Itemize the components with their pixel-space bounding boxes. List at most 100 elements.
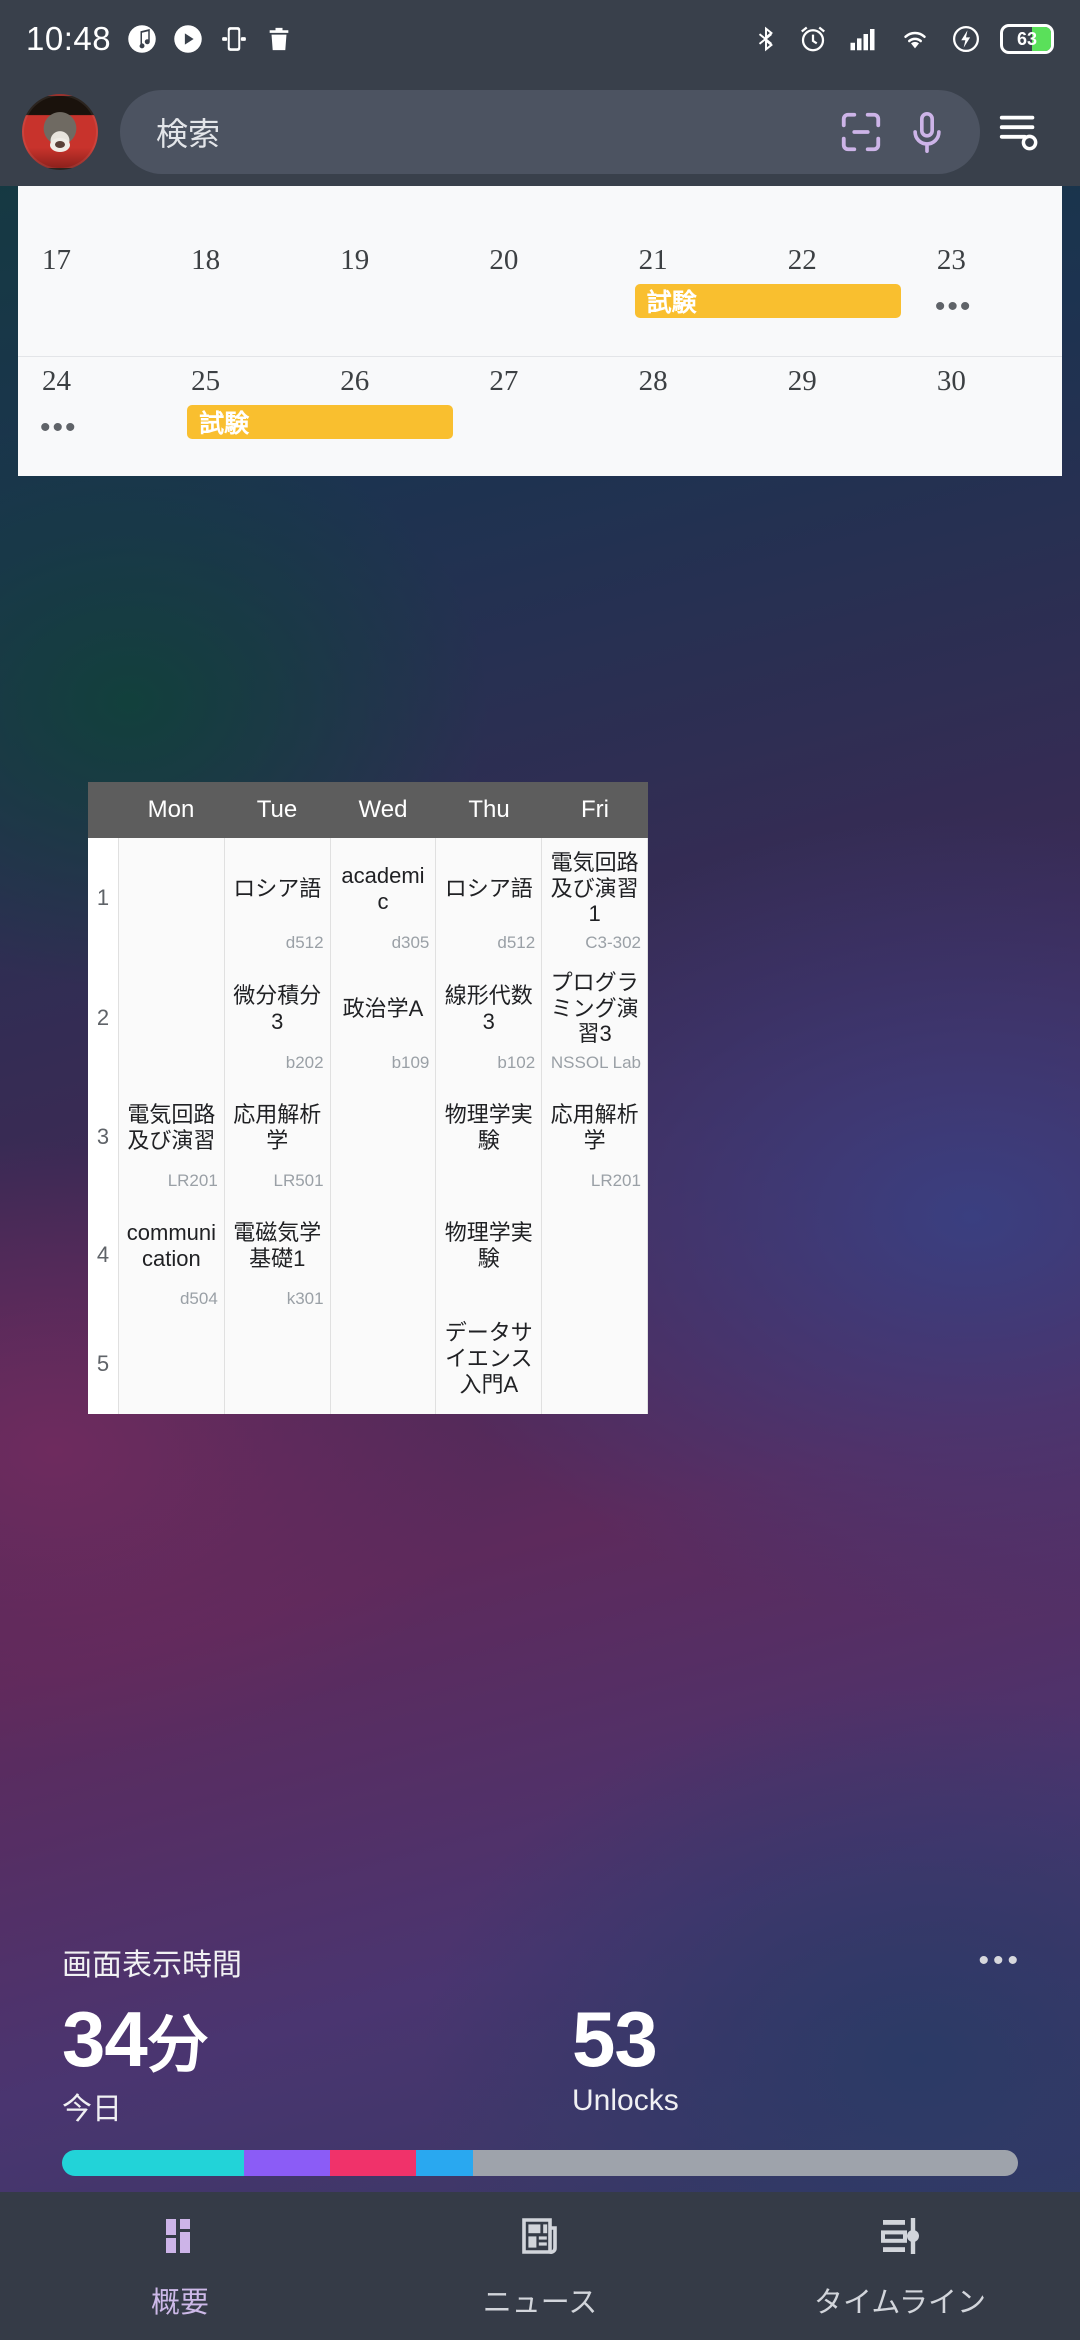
timetable-cell[interactable]: 応用解析学 LR201 — [542, 1078, 647, 1196]
signal-icon — [850, 29, 875, 51]
timetable-cell[interactable] — [119, 958, 224, 1078]
search-input[interactable]: 検索 — [120, 90, 980, 174]
timetable-cell[interactable]: 電気回路及び演習 LR201 — [119, 1078, 224, 1196]
timetable-cell[interactable]: プログラミング演習3 NSSOL Lab — [542, 958, 647, 1078]
timetable-cell[interactable] — [225, 1314, 330, 1414]
timetable-cell[interactable] — [331, 1196, 436, 1314]
timetable-cell[interactable] — [542, 1196, 647, 1314]
timetable-cell-room: b109 — [391, 1053, 430, 1072]
calendar-week-row[interactable]: 17 18 19 20 21 22 23 試験 ••• — [18, 236, 1062, 356]
timetable-cell-room — [125, 1389, 218, 1409]
timetable-cell-title: 政治学A — [342, 995, 424, 1021]
timetable-period-number: 1 — [96, 885, 110, 910]
timetable-cell-room — [125, 933, 218, 953]
timetable-cell-room: NSSOL Lab — [550, 1053, 641, 1072]
timetable-cell-title — [125, 844, 218, 933]
timetable-cell[interactable]: 微分積分3 b202 — [225, 958, 330, 1078]
timetable-cell-title: 応用解析学 — [550, 1101, 639, 1153]
screen-time-stat: 34分 今日 — [0, 2000, 540, 2128]
timetable-cell[interactable]: 政治学A b109 — [331, 958, 436, 1078]
timetable-cell-title: プログラミング演習3 — [550, 969, 639, 1047]
timetable-cell-title — [125, 964, 218, 1053]
timetable-cell-room: LR501 — [273, 1171, 324, 1190]
status-bar-right: 63 — [753, 23, 1054, 55]
timetable-cell-title: communication — [126, 1219, 217, 1271]
unlocks-stat: 53 Unlocks — [540, 2000, 1080, 2128]
calendar-widget[interactable]: 17 18 19 20 21 22 23 試験 ••• 24 25 26 27 28 29 30 試験 ••• — [18, 186, 1062, 476]
google-lens-icon[interactable] — [838, 109, 884, 155]
calendar-day-number[interactable]: 29 — [788, 365, 817, 398]
timetable-cell[interactable]: academic d305 — [331, 838, 436, 958]
timetable-period-column: 1 2 3 4 5 — [88, 838, 118, 1414]
calendar-day-number[interactable]: 19 — [340, 244, 369, 277]
timetable-cell[interactable]: 物理学実験 — [436, 1196, 541, 1314]
timetable-cell-room: d512 — [285, 933, 324, 952]
timetable-cell-title — [231, 1320, 324, 1389]
timetable-cell[interactable]: communication d504 — [119, 1196, 224, 1314]
timetable-cell[interactable]: ロシア語 d512 — [436, 838, 541, 958]
timetable-day-header-wed: Wed — [358, 796, 408, 823]
nav-item-label: タイムライン — [814, 2286, 986, 2319]
calendar-event[interactable]: 試験 — [187, 405, 454, 439]
calendar-week-row[interactable]: 24 25 26 27 28 29 30 試験 ••• — [18, 356, 1062, 476]
timetable-cell-title: 応用解析学 — [233, 1101, 322, 1153]
timetable-cell[interactable]: 物理学実験 — [436, 1078, 541, 1196]
timetable-cell-room: d512 — [497, 933, 536, 952]
timetable-cell-title: ロシア語 — [233, 875, 322, 901]
calendar-day-number[interactable]: 22 — [788, 244, 817, 277]
nav-item-news[interactable]: ニュース — [360, 2212, 720, 2321]
timetable-cell[interactable] — [119, 838, 224, 958]
calendar-day-number[interactable]: 23 — [937, 244, 966, 277]
calendar-day-number[interactable]: 28 — [639, 365, 668, 398]
timetable-cell[interactable]: ロシア語 d512 — [225, 838, 330, 958]
nav-item-label: 概要 — [150, 2286, 209, 2319]
bluetooth-icon — [758, 26, 773, 52]
timetable-header: Mon Tue Wed Thu Fri — [88, 782, 648, 838]
more-options-icon[interactable]: ••• — [978, 1944, 1022, 1978]
timetable-widget[interactable]: Mon Tue Wed Thu Fri 1 2 3 4 5 電気回路及び演習 LR201 commu… — [88, 782, 648, 1414]
timetable-cell[interactable] — [331, 1314, 436, 1414]
timetable-cell[interactable]: 電磁気学基礎1 k301 — [225, 1196, 330, 1314]
timetable-cell[interactable] — [119, 1314, 224, 1414]
search-placeholder: 検索 — [156, 116, 221, 152]
timetable-cell[interactable]: 線形代数3 b102 — [436, 958, 541, 1078]
calendar-day-number[interactable]: 17 — [42, 244, 71, 277]
microphone-icon[interactable] — [904, 109, 950, 155]
calendar-more-events-icon[interactable]: ••• — [40, 413, 78, 443]
timetable-cell[interactable]: 応用解析学 LR501 — [225, 1078, 330, 1196]
timetable-cell[interactable] — [331, 1078, 436, 1196]
timetable-cell[interactable]: 電気回路及び演習1 C3-302 — [542, 838, 647, 958]
overview-icon — [156, 2212, 204, 2265]
calendar-day-number[interactable]: 27 — [489, 365, 518, 398]
wellbeing-stats: 34分 今日 53 Unlocks — [0, 2000, 1080, 2128]
app-settings-button[interactable] — [980, 109, 1058, 155]
timetable-day-header-mon: Mon — [147, 796, 195, 823]
timetable-cell[interactable]: データサイエンス入門A — [436, 1314, 541, 1414]
play-circle-icon — [174, 25, 202, 53]
calendar-day-number[interactable]: 18 — [191, 244, 220, 277]
calendar-day-number[interactable]: 25 — [191, 365, 220, 398]
timetable-cell-title: 物理学実験 — [444, 1101, 533, 1153]
timetable-cell-room — [125, 1053, 218, 1073]
calendar-more-events-icon[interactable]: ••• — [935, 292, 973, 322]
calendar-day-number[interactable]: 26 — [340, 365, 369, 398]
timetable-cell-title: 電磁気学基礎1 — [233, 1219, 322, 1271]
wellbeing-usage-bar — [62, 2150, 1018, 2176]
timetable-cell-title: 微分積分3 — [233, 982, 322, 1034]
timetable-cell[interactable] — [542, 1314, 647, 1414]
avatar[interactable] — [22, 94, 98, 170]
timetable-cell-room — [337, 1289, 430, 1309]
timetable-period-number: 4 — [96, 1242, 110, 1267]
trash-icon — [269, 27, 289, 51]
timetable-cell-title: academic — [341, 862, 425, 914]
nav-item-timeline[interactable]: タイムライン — [720, 2212, 1080, 2321]
nav-item-overview[interactable]: 概要 — [0, 2212, 360, 2321]
screen-time-label: 今日 — [62, 2093, 122, 2126]
calendar-day-number[interactable]: 24 — [42, 365, 71, 398]
timetable-cell-title — [548, 1202, 641, 1289]
calendar-day-number[interactable]: 30 — [937, 365, 966, 398]
calendar-event[interactable]: 試験 — [634, 284, 901, 318]
timetable-cell-title: データサイエンス入門A — [444, 1320, 533, 1397]
calendar-day-number[interactable]: 21 — [639, 244, 668, 277]
calendar-day-number[interactable]: 20 — [489, 244, 518, 277]
